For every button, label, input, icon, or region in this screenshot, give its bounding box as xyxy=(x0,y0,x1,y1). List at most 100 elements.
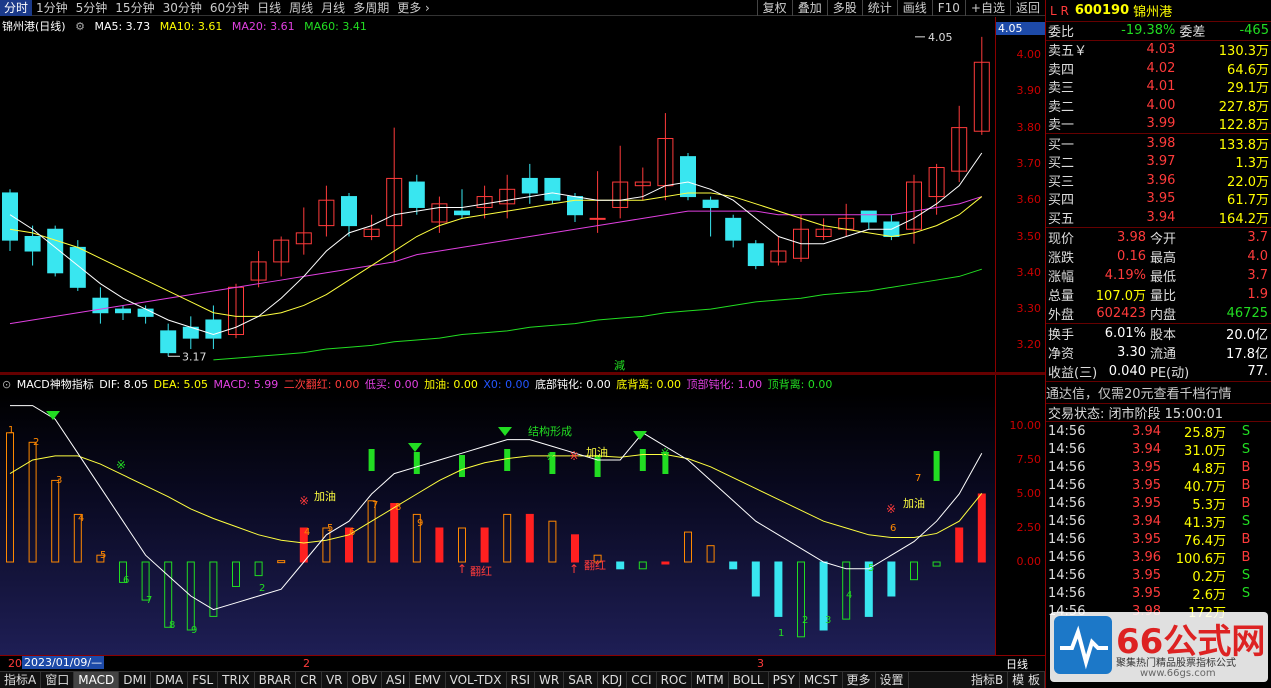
period-label[interactable]: 日线 xyxy=(1006,656,1028,672)
macd-bar xyxy=(706,545,715,563)
tab-60min[interactable]: 60分钟 xyxy=(206,0,253,16)
indicator-roc[interactable]: ROC xyxy=(657,672,692,688)
stat-row: 涨跌 0.16 最高 4.0 xyxy=(1046,247,1271,266)
candle-down xyxy=(2,192,18,241)
watermark-logo: 66公式网 聚集热门精品股票指标公式 www.66gs.com xyxy=(1050,612,1268,682)
back-button[interactable]: 返回 xyxy=(1009,0,1045,16)
indicator-vol-tdx[interactable]: VOL-TDX xyxy=(446,672,507,688)
macd-bar xyxy=(571,534,579,563)
indicator-brar[interactable]: BRAR xyxy=(255,672,297,688)
ask-label: 卖四 xyxy=(1048,62,1075,78)
indicator-emv[interactable]: EMV xyxy=(410,672,446,688)
macd-count-label: 7 xyxy=(146,595,152,606)
macd-bar xyxy=(661,561,670,565)
macd-count-label: 7 xyxy=(915,473,921,484)
indicator-more[interactable]: 更多 xyxy=(843,672,876,688)
stat-row: 外盘 602423 内盘 46725 xyxy=(1046,304,1271,323)
price-tick: 3.30 xyxy=(1016,302,1042,316)
tab-5min[interactable]: 5分钟 xyxy=(72,0,112,16)
green-star-icon: ※ xyxy=(116,458,126,472)
tab-more[interactable]: 更多 › xyxy=(393,0,434,16)
add-oil-label: 加油 xyxy=(903,496,925,510)
add-watchlist-button[interactable]: +自选 xyxy=(964,0,1010,16)
weibi-value: -19.38% xyxy=(1121,23,1176,39)
draw-line-button[interactable]: 画线 xyxy=(896,0,932,16)
window-button[interactable]: 窗口 xyxy=(41,672,75,688)
multi-stock-button[interactable]: 多股 xyxy=(826,0,862,16)
indicator-boll[interactable]: BOLL xyxy=(729,672,769,688)
bid-label: 买一 xyxy=(1048,137,1075,153)
tick-list[interactable]: 14:56 3.94 25.8万 S 14:56 3.94 31.0万 S 14:56 3.9… xyxy=(1046,422,1271,621)
bid-label: 买五 xyxy=(1048,211,1075,227)
macd-tick: 10.00 xyxy=(1009,419,1042,432)
top-triangle-icon xyxy=(498,427,512,436)
structure-formed-label: 结构形成 xyxy=(528,424,572,438)
tab-weekly[interactable]: 周线 xyxy=(285,0,317,16)
stats-block: 现价 3.98 今开 3.7 涨跌 0.16 最高 4.0 涨幅 4.19% 最低 3.7 总量 1… xyxy=(1046,228,1271,324)
indicator-cr[interactable]: CR xyxy=(296,672,322,688)
indicator-sar[interactable]: SAR xyxy=(564,672,598,688)
indicator-rsi[interactable]: RSI xyxy=(507,672,536,688)
indicator-psy[interactable]: PSY xyxy=(769,672,800,688)
ask-price: 4.02 xyxy=(1146,60,1176,76)
indicator-mtm[interactable]: MTM xyxy=(692,672,729,688)
red-star-icon: ※ xyxy=(569,449,579,463)
macd-count-label: 4 xyxy=(78,513,84,524)
template-button[interactable]: 模 板 xyxy=(1008,672,1045,688)
settings-button[interactable]: 设置 xyxy=(876,672,909,688)
ma5-line xyxy=(9,152,983,336)
indicator-kdj[interactable]: KDJ xyxy=(598,672,628,688)
indicator-obv[interactable]: OBV xyxy=(348,672,383,688)
indicator-cci[interactable]: CCI xyxy=(627,672,657,688)
tick-volume: 100.6万 xyxy=(1175,551,1226,567)
indicator-trix[interactable]: TRIX xyxy=(218,672,255,688)
indicator-a-button[interactable]: 指标A xyxy=(0,672,42,688)
stat-value: 6.01% xyxy=(1104,325,1146,341)
tab-daily[interactable]: 日线 xyxy=(253,0,285,16)
panel-divider[interactable] xyxy=(0,372,1045,375)
stats-button[interactable]: 统计 xyxy=(861,0,897,16)
tick-time: 14:56 xyxy=(1048,567,1086,583)
indicator-macd[interactable]: MACD xyxy=(74,672,120,688)
tick-price: 3.94 xyxy=(1132,513,1161,529)
macd-bar xyxy=(254,561,263,577)
stat-row: 现价 3.98 今开 3.7 xyxy=(1046,228,1271,247)
tab-1min[interactable]: 1分钟 xyxy=(32,0,72,16)
stat-label: 现价 xyxy=(1048,231,1075,247)
indicator-fsl[interactable]: FSL xyxy=(188,672,219,688)
candle-down xyxy=(521,177,538,194)
upgrade-banner[interactable]: 通达信，仅需20元查看千档行情 xyxy=(1046,382,1271,404)
tick-side: S xyxy=(1241,585,1251,601)
flip-red-value: 二次翻红: 0.00 xyxy=(283,378,360,391)
macd-chart[interactable]: 结构形成加油加油加油翻红 翻红※※※※※ ※↑ ↑12345678 924 5 67 8912… xyxy=(0,393,995,655)
indicator-dma[interactable]: DMA xyxy=(151,672,189,688)
indicator-vr[interactable]: VR xyxy=(322,672,348,688)
tab-multi-period[interactable]: 多周期 xyxy=(349,0,393,16)
signal-bar xyxy=(368,449,375,471)
settings-gear-icon[interactable]: ⚙ xyxy=(75,20,85,33)
tab-30min[interactable]: 30分钟 xyxy=(159,0,206,16)
bid-price: 3.96 xyxy=(1146,172,1176,188)
indicator-menu-icon[interactable]: ⊙ xyxy=(2,378,11,391)
up-arrow-icon: ↑ xyxy=(569,562,579,576)
overlay-button[interactable]: 叠加 xyxy=(791,0,827,16)
tab-monthly[interactable]: 月线 xyxy=(317,0,349,16)
indicator-dmi[interactable]: DMI xyxy=(119,672,152,688)
tick-price: 3.95 xyxy=(1132,495,1161,511)
add-oil-value: 加油: 0.00 xyxy=(424,378,478,391)
indicator-asi[interactable]: ASI xyxy=(382,672,411,688)
reduce-tag: 減 xyxy=(614,358,625,372)
tab-intraday[interactable]: 分时 xyxy=(0,0,33,16)
green-star-icon: ※ xyxy=(660,446,670,460)
date-axis: 20 2023/01/09/— 2 3 日线 xyxy=(0,655,1045,671)
stat-label: 总量 xyxy=(1048,288,1075,304)
chevron-right-icon: › xyxy=(425,0,430,15)
stat-label: 外盘 xyxy=(1048,307,1075,323)
f10-button[interactable]: F10 xyxy=(931,0,965,16)
adjust-button[interactable]: 复权 xyxy=(756,0,792,16)
candlestick-chart[interactable]: 4.05 3.17 減 xyxy=(0,17,995,372)
indicator-b-button[interactable]: 指标B xyxy=(967,672,1009,688)
indicator-wr[interactable]: WR xyxy=(535,672,565,688)
tab-15min[interactable]: 15分钟 xyxy=(111,0,158,16)
indicator-mcst[interactable]: MCST xyxy=(800,672,843,688)
